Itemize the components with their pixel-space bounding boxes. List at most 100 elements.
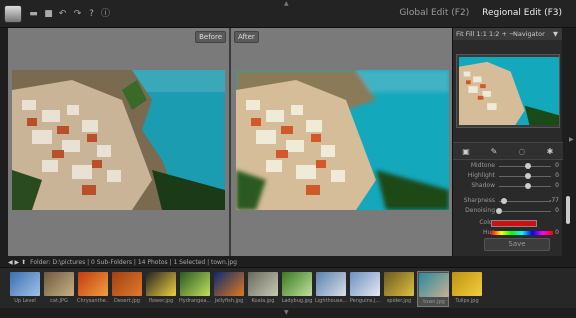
color-row: Color — [453, 219, 563, 228]
thumbnail-caption: Tulips.jpg — [455, 298, 479, 304]
lasso-tool-icon[interactable]: ◌ — [517, 147, 527, 157]
nav-arrows-icon[interactable]: ◀ ▶ ⬆ — [8, 259, 26, 266]
filmstrip-thumbnail[interactable]: Chrysanthe... — [77, 271, 109, 307]
thumbnail-image — [10, 272, 40, 296]
thumbnail-caption: Desert.jpg — [114, 298, 140, 304]
filmstrip: Up Level cat.JPG Chrysanthe... Desert.jpg fl… — [0, 267, 576, 308]
hue-value: 0 — [555, 229, 559, 236]
slider-label: Denoising — [465, 207, 495, 214]
thumbnail-caption: Ladybug.jpg — [281, 298, 313, 304]
brush-tool-icon[interactable]: ✎ — [489, 147, 499, 157]
filmstrip-thumbnail[interactable]: Lighthouse... — [315, 271, 347, 307]
right-panel: Fit Fill 1:1 1:2 + − Navigator ▼ ▣ ✎ ◌ ✱ Co… — [452, 28, 563, 256]
slider-label: Shadow — [471, 182, 495, 189]
zoom-controls[interactable]: Fit Fill 1:1 1:2 + − — [456, 30, 514, 38]
gradient-tool-icon[interactable]: ▣ — [461, 147, 471, 157]
filmstrip-thumbnail[interactable]: Desert.jpg — [111, 271, 143, 307]
slider-handle[interactable] — [496, 208, 502, 214]
slider-handle[interactable] — [524, 183, 531, 189]
before-label: Before — [195, 31, 226, 43]
slider-value: 0 — [555, 172, 559, 179]
slider-row-denoising: Denoising 0 — [453, 207, 563, 216]
filmstrip-thumbnail[interactable]: flower.jpg — [145, 271, 177, 307]
thumbnail-caption: Chrysanthe... — [77, 298, 109, 304]
navigator-image — [459, 57, 559, 125]
thumbnail-image — [316, 272, 346, 296]
slider-value: -77 — [549, 197, 559, 204]
folder-info-bar: ◀ ▶ ⬆ Folder: D:\pictures | 0 Sub-Folders… — [8, 258, 568, 267]
save-button[interactable]: Save — [484, 238, 550, 251]
thumbnail-caption: spider.jpg — [386, 298, 412, 304]
slider-handle[interactable] — [524, 163, 531, 169]
thumbnail-caption: cat.JPG — [50, 298, 68, 304]
tab-global-edit[interactable]: Global Edit (F2) — [399, 8, 469, 18]
thumbnail-caption: Jellyfish.jpg — [214, 298, 244, 304]
navigator-preview[interactable] — [456, 54, 560, 128]
before-pane: Before — [8, 28, 229, 256]
chevron-down-icon[interactable]: ▼ — [553, 28, 558, 40]
magic-wand-tool-icon[interactable]: ✱ — [545, 147, 555, 157]
save-icon[interactable]: ■ — [43, 9, 54, 19]
help-icon[interactable]: ? — [86, 9, 97, 19]
thumbnail-image — [384, 272, 414, 296]
tab-regional-edit[interactable]: Regional Edit (F3) — [482, 8, 562, 18]
comparison-canvas: Before After — [8, 28, 452, 256]
after-label: After — [234, 31, 259, 43]
expand-right-arrow-icon[interactable]: ▶ — [569, 136, 574, 143]
thumbnail-image — [452, 272, 482, 296]
thumbnail-caption: Up Level — [14, 298, 36, 304]
filmstrip-thumbnail[interactable]: cat.JPG — [43, 271, 75, 307]
slider-track[interactable] — [499, 211, 551, 212]
filmstrip-thumbnail[interactable]: town.jpg — [417, 271, 449, 307]
filmstrip-thumbnail[interactable]: Koala.jpg — [247, 271, 279, 307]
filmstrip-thumbnail[interactable]: Jellyfish.jpg — [213, 271, 245, 307]
slider-row-shadow: Shadow 0 — [453, 182, 563, 191]
folder-status-text: Folder: D:\pictures | 0 Sub-Folders | 14… — [30, 259, 237, 266]
thumbnail-image — [419, 273, 449, 297]
before-photo[interactable] — [12, 70, 225, 210]
regional-tools: ▣ ✎ ◌ ✱ — [453, 142, 563, 160]
slider-value: 0 — [555, 207, 559, 214]
thumbnail-image — [146, 272, 176, 296]
thumbnail-image — [214, 272, 244, 296]
panel-scrollbar[interactable] — [566, 196, 570, 224]
thumbnail-image — [350, 272, 380, 296]
slider-handle[interactable] — [501, 198, 508, 204]
town-photo-image — [12, 70, 225, 210]
folder-icon[interactable]: ▬ — [28, 9, 39, 19]
slider-value: 0 — [555, 162, 559, 169]
after-pane: After — [231, 28, 452, 256]
filmstrip-thumbnail[interactable]: Penguins.j... — [349, 271, 381, 307]
slider-handle[interactable] — [524, 173, 531, 179]
collapse-top-arrow-icon[interactable]: ▲ — [284, 0, 289, 7]
after-photo[interactable] — [236, 70, 449, 210]
redo-icon[interactable]: ↷ — [72, 9, 83, 19]
undo-icon[interactable]: ↶ — [57, 9, 68, 19]
slider-label: Sharpness — [463, 197, 495, 204]
thumbnail-caption: Hydrangea... — [179, 298, 211, 304]
slider-label: Midtone — [470, 162, 495, 169]
thumbnail-caption: Lighthouse... — [315, 298, 347, 304]
slider-label: Highlight — [467, 172, 495, 179]
hue-slider[interactable] — [491, 231, 553, 235]
slider-row-highlight: Highlight 0 — [453, 172, 563, 181]
filmstrip-thumbnail[interactable]: Tulips.jpg — [451, 271, 483, 307]
thumbnail-caption: flower.jpg — [148, 298, 174, 304]
filmstrip-thumbnail[interactable]: Up Level — [9, 271, 41, 307]
info-icon[interactable]: ⓘ — [100, 9, 111, 19]
thumbnail-caption: Koala.jpg — [251, 298, 275, 304]
filmstrip-thumbnail[interactable]: Ladybug.jpg — [281, 271, 313, 307]
thumbnail-caption: Penguins.j... — [349, 298, 381, 304]
collapse-bottom-arrow-icon[interactable]: ▼ — [284, 309, 289, 316]
app-logo-icon — [4, 5, 22, 23]
slider-row-sharpness: Sharpness -77 — [453, 197, 563, 206]
town-photo-tiltshift-image — [236, 70, 449, 210]
navigator-thumbnail — [459, 57, 559, 125]
filmstrip-thumbnail[interactable]: Hydrangea... — [179, 271, 211, 307]
thumbnail-image — [44, 272, 74, 296]
color-swatch[interactable] — [491, 220, 537, 227]
navigator-header: Fit Fill 1:1 1:2 + − Navigator ▼ — [453, 28, 562, 40]
edit-mode-tabs: Global Edit (F2) Regional Edit (F3) — [389, 8, 562, 18]
filmstrip-thumbnail[interactable]: spider.jpg — [383, 271, 415, 307]
slider-value: 0 — [555, 182, 559, 189]
